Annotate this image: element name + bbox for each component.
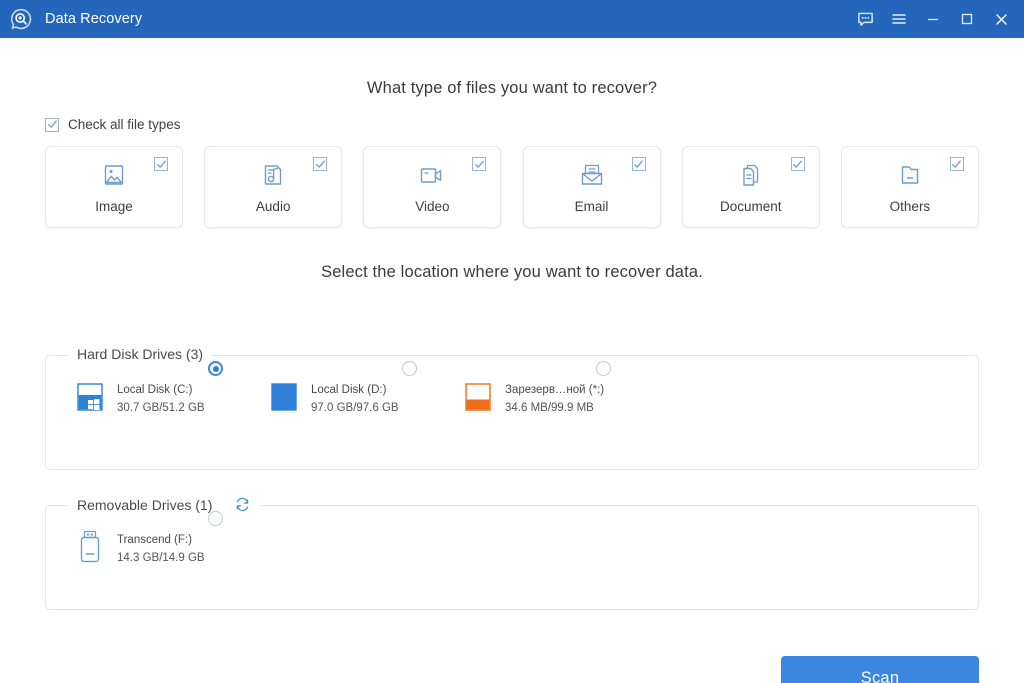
others-icon xyxy=(895,160,925,192)
others-checkbox[interactable] xyxy=(949,157,964,171)
drive-item-f[interactable]: Transcend (F:) 14.3 GB/14.9 GB xyxy=(72,511,266,567)
maximize-icon[interactable] xyxy=(950,4,984,34)
removable-drives-legend: Removable Drives (1) xyxy=(68,496,261,513)
check-all-label: Check all file types xyxy=(68,117,181,132)
image-icon xyxy=(99,160,129,192)
drive-meta: Зарезерв…ной (*:) 34.6 MB/99.9 MB xyxy=(505,378,604,416)
feedback-icon[interactable] xyxy=(848,4,882,34)
file-type-label: Others xyxy=(889,199,931,214)
file-type-card-audio[interactable]: Audio xyxy=(204,146,343,228)
titlebar: Data Recovery xyxy=(0,0,1024,38)
file-type-cards: Image Audio Video Email Document Others xyxy=(45,146,979,228)
drive-item-d[interactable]: Local Disk (D:) 97.0 GB/97.6 GB xyxy=(266,361,460,416)
drive-icon-windows xyxy=(72,378,108,415)
drive-item-reserved[interactable]: Зарезерв…ной (*:) 34.6 MB/99.9 MB xyxy=(460,361,654,416)
audio-icon xyxy=(258,160,288,192)
file-type-label: Video xyxy=(415,199,450,214)
usb-icon xyxy=(72,528,108,567)
video-icon xyxy=(416,160,448,192)
drive-size: 14.3 GB/14.9 GB xyxy=(117,552,205,564)
file-type-label: Image xyxy=(95,199,133,214)
check-all-checkbox[interactable] xyxy=(45,117,59,132)
email-checkbox[interactable] xyxy=(631,157,646,171)
drive-icon xyxy=(460,378,496,415)
drive-radio-c[interactable] xyxy=(208,361,223,376)
audio-checkbox[interactable] xyxy=(313,157,328,171)
drive-radio-reserved[interactable] xyxy=(596,361,611,376)
removable-drive-list: Transcend (F:) 14.3 GB/14.9 GB xyxy=(46,506,978,567)
file-type-card-video[interactable]: Video xyxy=(363,146,502,228)
drive-size: 97.0 GB/97.6 GB xyxy=(311,402,399,414)
hard-disk-drive-list: Local Disk (C:) 30.7 GB/51.2 GB Local Di… xyxy=(46,356,978,416)
removable-drives-label: Removable Drives (1) xyxy=(77,496,213,513)
location-heading: Select the location where you want to re… xyxy=(321,263,703,281)
file-type-card-email[interactable]: Email xyxy=(522,146,661,228)
file-type-label: Audio xyxy=(255,199,291,214)
minimize-icon[interactable] xyxy=(916,4,950,34)
main-content: What type of files you want to recover? … xyxy=(0,38,1024,683)
file-type-card-image[interactable]: Image xyxy=(45,146,183,228)
footer: Scan xyxy=(45,656,979,683)
drive-radio-f[interactable] xyxy=(208,511,223,526)
drive-size: 34.6 MB/99.9 MB xyxy=(505,402,594,414)
close-icon[interactable] xyxy=(984,4,1018,34)
drive-name: Зарезерв…ной (*:) xyxy=(505,384,605,396)
hard-disk-drives-group: Hard Disk Drives (3) Local Disk (C:) 30.… xyxy=(45,346,979,470)
check-all-file-types[interactable]: Check all file types xyxy=(45,117,979,132)
file-type-card-document[interactable]: Document xyxy=(681,146,820,228)
document-icon xyxy=(736,160,766,192)
hard-disk-drives-label: Hard Disk Drives (3) xyxy=(77,346,204,362)
video-checkbox[interactable] xyxy=(472,157,487,171)
drive-name: Local Disk (D:) xyxy=(311,384,387,396)
menu-icon[interactable] xyxy=(882,4,916,34)
drive-meta: Local Disk (D:) 97.0 GB/97.6 GB xyxy=(311,378,399,416)
file-type-label: Document xyxy=(719,199,782,214)
file-type-card-others[interactable]: Others xyxy=(840,146,979,228)
scan-button[interactable]: Scan xyxy=(781,656,979,683)
refresh-icon[interactable] xyxy=(234,496,251,513)
drive-item-c[interactable]: Local Disk (C:) 30.7 GB/51.2 GB xyxy=(72,361,266,416)
drive-name: Local Disk (C:) xyxy=(117,384,193,396)
window-title: Data Recovery xyxy=(45,11,143,27)
file-types-heading: What type of files you want to recover? xyxy=(366,79,658,97)
data-recovery-window: Data Recovery What type of files you wan… xyxy=(0,0,1024,683)
removable-drives-group: Removable Drives (1) Transcend (F:) 14.3… xyxy=(45,496,979,610)
drive-radio-d[interactable] xyxy=(402,361,417,376)
drive-meta: Transcend (F:) 14.3 GB/14.9 GB xyxy=(117,528,205,566)
image-checkbox[interactable] xyxy=(154,157,168,171)
hard-disk-drives-legend: Hard Disk Drives (3) xyxy=(68,346,213,362)
email-icon xyxy=(577,160,607,192)
drive-name: Transcend (F:) xyxy=(117,534,192,546)
magnifier-bubble-logo xyxy=(9,7,33,31)
drive-meta: Local Disk (C:) 30.7 GB/51.2 GB xyxy=(117,378,205,416)
drive-size: 30.7 GB/51.2 GB xyxy=(117,402,205,414)
document-checkbox[interactable] xyxy=(790,157,805,171)
file-type-label: Email xyxy=(574,199,609,214)
drive-icon xyxy=(266,378,302,415)
